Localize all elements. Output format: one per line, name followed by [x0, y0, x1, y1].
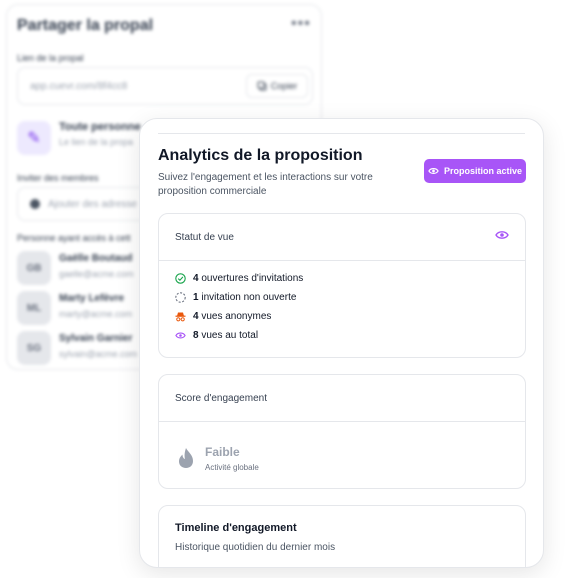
- everyone-access-title: Toute personne: [59, 121, 141, 133]
- eye-icon: [428, 168, 439, 174]
- invite-placeholder: Ajouter des adresse: [48, 199, 137, 210]
- timeline-title: Timeline d'engagement: [175, 522, 297, 534]
- stat-text: vues anonymes: [201, 310, 272, 322]
- avatar: ML: [17, 291, 51, 325]
- stat-row-total-views: 8 vues au total: [175, 328, 258, 342]
- timeline-card: Timeline d'engagement Historique quotidi…: [158, 505, 526, 567]
- invite-label: Inviter des membres: [17, 173, 99, 183]
- flame-icon: [179, 448, 193, 468]
- eye-icon[interactable]: [495, 230, 509, 240]
- analytics-panel: Analytics de la proposition Suivez l'eng…: [139, 118, 544, 568]
- member-email: sylvain@acme.com: [59, 349, 138, 359]
- page-subtitle: Suivez l'engagement et les interactions …: [158, 172, 373, 197]
- stat-count: 4: [193, 272, 199, 284]
- link-field[interactable]: app.cuevr.com/8f4cc8 Copier: [17, 67, 313, 105]
- eye-icon: [175, 332, 186, 338]
- member-name: Sylvain Garnier: [59, 333, 133, 344]
- stat-row-anonymous-views: 4 vues anonymes: [175, 309, 271, 323]
- copy-icon: [257, 81, 267, 91]
- stat-text: invitation non ouverte: [201, 291, 297, 303]
- avatar: SG: [17, 331, 51, 365]
- dashed-circle-icon: [175, 291, 186, 303]
- stat-count: 1: [193, 291, 199, 303]
- active-button-label: Proposition active: [443, 166, 523, 176]
- view-status-header: Statut de vue: [159, 214, 525, 261]
- divider: [158, 133, 525, 134]
- stat-text: vues au total: [201, 329, 259, 341]
- pencil-icon: ✎: [17, 121, 51, 155]
- copy-label: Copier: [270, 81, 298, 91]
- more-horizontal-icon[interactable]: •••: [291, 15, 311, 33]
- engagement-score-subtitle: Activité globale: [205, 463, 259, 472]
- engagement-score-header: Score d'engagement: [159, 375, 525, 422]
- engagement-score-label: Score d'engagement: [175, 393, 267, 404]
- timeline-subtitle: Historique quotidien du dernier mois: [175, 542, 336, 553]
- member-name: Gaëlle Boutaud: [59, 253, 133, 264]
- check-circle-icon: [175, 272, 186, 284]
- member-email: gaelle@acme.com: [59, 269, 134, 279]
- stat-text: ouvertures d'invitations: [201, 272, 304, 284]
- page-title: Analytics de la proposition: [158, 147, 363, 164]
- access-label: Personne ayant accès à cett: [17, 233, 131, 243]
- copy-button[interactable]: Copier: [246, 74, 308, 98]
- incognito-icon: [175, 312, 186, 321]
- view-status-card: Statut de vue 4 ouvertures d'invitations…: [158, 213, 526, 358]
- link-value: app.cuevr.com/8f4cc8: [30, 81, 128, 92]
- everyone-access-subtitle: Le lien de la propa: [59, 137, 134, 147]
- proposition-active-button[interactable]: Proposition active: [424, 159, 526, 183]
- view-status-label: Statut de vue: [175, 232, 234, 243]
- link-label: Lien de la propal: [17, 53, 84, 63]
- member-name: Marty Lefèvre: [59, 293, 125, 304]
- user-icon: [30, 199, 40, 209]
- stat-count: 4: [193, 310, 199, 322]
- stat-row-invitation-unopened: 1 invitation non ouverte: [175, 290, 296, 304]
- avatar: GB: [17, 251, 51, 285]
- member-email: marty@acme.com: [59, 309, 133, 319]
- stat-count: 8: [193, 329, 199, 341]
- engagement-score-value: Faible: [205, 445, 240, 459]
- stat-row-invitations-opened: 4 ouvertures d'invitations: [175, 271, 303, 285]
- share-panel-title: Partager la propal: [17, 17, 154, 34]
- engagement-score-card: Score d'engagement Faible Activité globa…: [158, 374, 526, 489]
